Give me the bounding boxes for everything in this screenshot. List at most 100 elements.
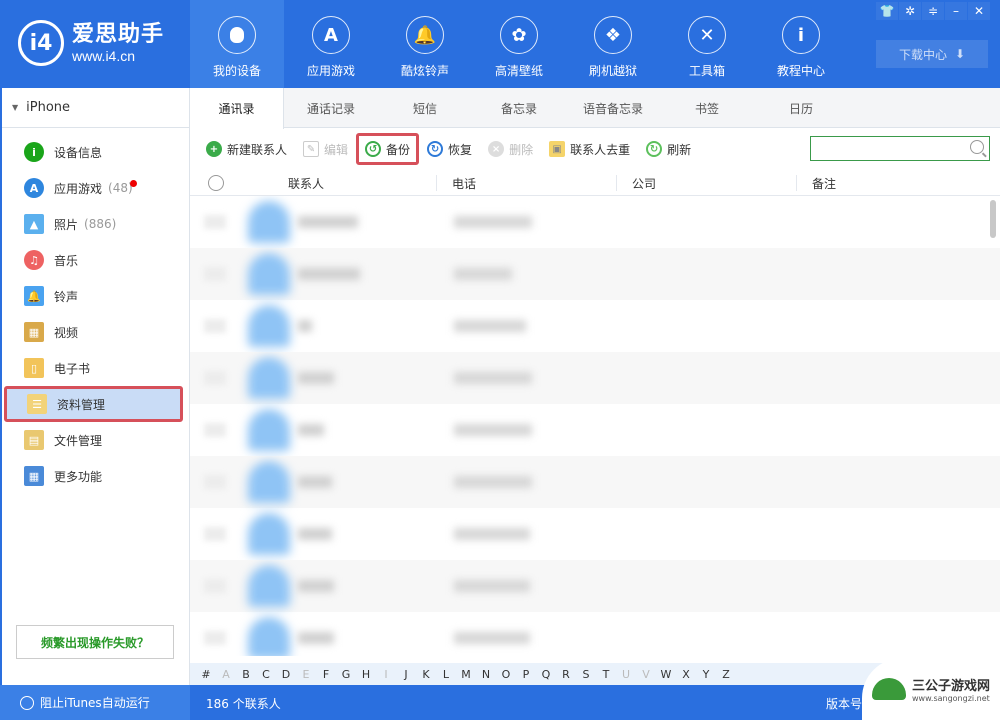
row-checkbox[interactable] xyxy=(204,215,226,229)
alpha-index-letter[interactable]: V xyxy=(636,668,656,681)
contact-row[interactable] xyxy=(190,612,1000,656)
sidebar-item-1[interactable]: A 应用游戏 (48) xyxy=(2,170,189,206)
contact-row[interactable] xyxy=(190,456,1000,508)
search-input[interactable] xyxy=(811,137,961,160)
sidebar-item-0[interactable]: i 设备信息 xyxy=(2,134,189,170)
device-selector[interactable]: ▼ iPhone xyxy=(2,88,189,128)
alpha-index-letter[interactable]: I xyxy=(376,668,396,681)
alpha-index-letter[interactable]: K xyxy=(416,668,436,681)
alpha-index-letter[interactable]: M xyxy=(456,668,476,681)
contact-row[interactable] xyxy=(190,352,1000,404)
nav-item-1[interactable]: A 应用游戏 xyxy=(284,0,378,88)
minimize-button[interactable]: – xyxy=(945,2,967,20)
alpha-index-letter[interactable]: J xyxy=(396,668,416,681)
contact-row[interactable] xyxy=(190,196,1000,248)
contact-row[interactable] xyxy=(190,248,1000,300)
sidebar-item-7[interactable]: ☰ 资料管理 xyxy=(4,386,183,422)
nav-item-6[interactable]: i 教程中心 xyxy=(754,0,848,88)
row-checkbox[interactable] xyxy=(204,475,226,489)
alpha-index-letter[interactable]: E xyxy=(296,668,316,681)
edit-button[interactable]: ✎ 编辑 xyxy=(303,133,348,165)
tab-bar: 通讯录 通话记录 短信 备忘录 语音备忘录 书签 日历 xyxy=(190,88,1000,129)
nav-item-4[interactable]: ❖ 刷机越狱 xyxy=(566,0,660,88)
sidebar-item-4[interactable]: 🔔 铃声 xyxy=(2,278,189,314)
alpha-index-letter[interactable]: Z xyxy=(716,668,736,681)
row-checkbox[interactable] xyxy=(204,631,226,645)
contact-row[interactable] xyxy=(190,508,1000,560)
sidebar-item-8[interactable]: ▤ 文件管理 xyxy=(2,422,189,458)
new-contact-button[interactable]: + 新建联系人 xyxy=(206,133,287,165)
alpha-index-letter[interactable]: G xyxy=(336,668,356,681)
skin-icon[interactable]: 👕 xyxy=(876,2,898,20)
table-header: 联系人 电话 公司 备注 xyxy=(190,170,1000,196)
sidebar-item-3[interactable]: ♫ 音乐 xyxy=(2,242,189,278)
alpha-index-letter[interactable]: F xyxy=(316,668,336,681)
block-itunes-toggle[interactable]: 阻止iTunes自动运行 xyxy=(0,685,190,720)
contact-row[interactable] xyxy=(190,560,1000,612)
dedupe-button[interactable]: ▣ 联系人去重 xyxy=(549,133,630,165)
alpha-index-letter[interactable]: D xyxy=(276,668,296,681)
book-icon: ▯ xyxy=(24,358,44,378)
refresh-button[interactable]: ↻ 刷新 xyxy=(646,133,691,165)
sidebar-item-9[interactable]: ▦ 更多功能 xyxy=(2,458,189,494)
row-checkbox[interactable] xyxy=(204,579,226,593)
sidebar-item-5[interactable]: ▦ 视频 xyxy=(2,314,189,350)
sidebar-item-2[interactable]: ▲ 照片 (886) xyxy=(2,206,189,242)
scrollbar-thumb[interactable] xyxy=(990,200,996,238)
contact-row[interactable] xyxy=(190,300,1000,352)
delete-button[interactable]: × 删除 xyxy=(488,133,533,165)
alpha-index-letter[interactable]: Y xyxy=(696,668,716,681)
row-checkbox[interactable] xyxy=(204,267,226,281)
alpha-index-letter[interactable]: Q xyxy=(536,668,556,681)
nav-item-5[interactable]: ✕ 工具箱 xyxy=(660,0,754,88)
select-all-checkbox[interactable] xyxy=(208,174,224,191)
alpha-index-letter[interactable]: # xyxy=(196,668,216,681)
tab-1[interactable]: 通话记录 xyxy=(284,88,378,128)
contact-row[interactable] xyxy=(190,404,1000,456)
nav-item-3[interactable]: ✿ 高清壁纸 xyxy=(472,0,566,88)
column-contact[interactable]: 联系人 xyxy=(288,175,324,192)
settings-icon[interactable]: ✲ xyxy=(899,2,921,20)
download-center-button[interactable]: 下载中心 ⬇ xyxy=(876,40,988,68)
alpha-index-letter[interactable]: R xyxy=(556,668,576,681)
alpha-index-letter[interactable]: S xyxy=(576,668,596,681)
close-button[interactable]: ✕ xyxy=(968,2,990,20)
column-company[interactable]: 公司 xyxy=(632,175,656,192)
alpha-index-letter[interactable]: H xyxy=(356,668,376,681)
alpha-index-letter[interactable]: O xyxy=(496,668,516,681)
alpha-index-letter[interactable]: L xyxy=(436,668,456,681)
refresh-icon: ↻ xyxy=(646,141,663,157)
column-notes[interactable]: 备注 xyxy=(812,175,836,192)
row-checkbox[interactable] xyxy=(204,423,226,437)
tab-4[interactable]: 语音备忘录 xyxy=(566,88,660,128)
alpha-index-letter[interactable]: P xyxy=(516,668,536,681)
alpha-index-letter[interactable]: X xyxy=(676,668,696,681)
watermark-title: 三公子游戏网 xyxy=(912,679,991,694)
alpha-index-letter[interactable]: T xyxy=(596,668,616,681)
sidebar-item-6[interactable]: ▯ 电子书 xyxy=(2,350,189,386)
nav-item-0[interactable]: 我的设备 xyxy=(190,0,284,88)
tab-0[interactable]: 通讯录 xyxy=(190,88,284,129)
alpha-index-letter[interactable]: A xyxy=(216,668,236,681)
column-phone[interactable]: 电话 xyxy=(452,175,476,192)
search-icon[interactable] xyxy=(970,140,984,154)
column-divider xyxy=(796,175,797,191)
tab-6[interactable]: 日历 xyxy=(754,88,848,128)
tab-3[interactable]: 备忘录 xyxy=(472,88,566,128)
alpha-index-letter[interactable]: W xyxy=(656,668,676,681)
alpha-index-letter[interactable]: B xyxy=(236,668,256,681)
backup-button[interactable]: ↺ 备份 xyxy=(356,133,420,165)
row-checkbox[interactable] xyxy=(204,527,226,541)
nav-item-2[interactable]: 🔔 酷炫铃声 xyxy=(378,0,472,88)
tab-5[interactable]: 书签 xyxy=(660,88,754,128)
row-checkbox[interactable] xyxy=(204,371,226,385)
help-failure-button[interactable]: 频繁出现操作失败？ xyxy=(16,625,174,659)
alpha-index-letter[interactable]: U xyxy=(616,668,636,681)
tab-2[interactable]: 短信 xyxy=(378,88,472,128)
row-checkbox[interactable] xyxy=(204,319,226,333)
search-box[interactable] xyxy=(810,136,990,161)
restore-button[interactable]: ↻ 恢复 xyxy=(427,133,472,165)
alpha-index-letter[interactable]: C xyxy=(256,668,276,681)
menu-icon[interactable]: ≑ xyxy=(922,2,944,20)
alpha-index-letter[interactable]: N xyxy=(476,668,496,681)
